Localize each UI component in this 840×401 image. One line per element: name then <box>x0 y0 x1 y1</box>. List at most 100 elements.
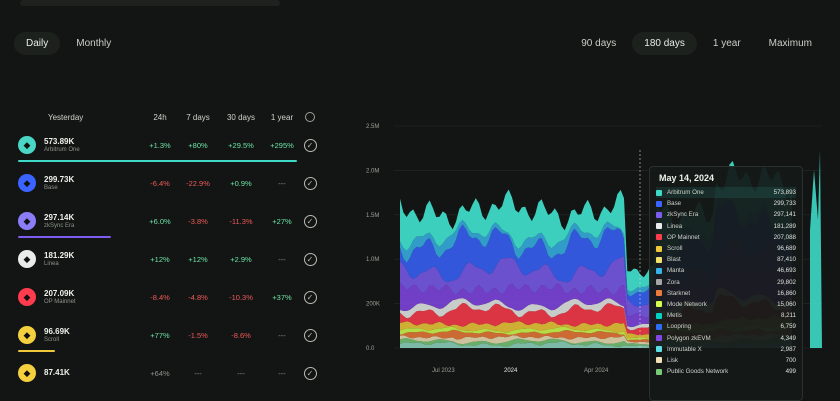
change-30-days: --- <box>237 368 245 378</box>
change-7-days: +12% <box>188 254 208 264</box>
range-1-year-button[interactable]: 1 year <box>701 32 753 55</box>
series-name: Polygon zkEVM <box>667 334 711 342</box>
tooltip-row: Blast 87,410 <box>656 254 796 265</box>
series-swatch <box>656 189 662 196</box>
range-90-days-button[interactable]: 90 days <box>569 32 628 55</box>
range-maximum-button[interactable]: Maximum <box>757 32 824 55</box>
series-swatch <box>656 301 662 308</box>
change-24h: +1.3% <box>149 140 171 150</box>
series-value: 15,060 <box>777 300 796 308</box>
y-tick-label: 1.0M <box>366 257 379 263</box>
chain-cell: ◆ 87.41K <box>14 364 142 382</box>
change-24h: +64% <box>150 368 170 378</box>
tooltip-row: Starknet 16,860 <box>656 288 796 299</box>
change-1-year: --- <box>278 178 286 188</box>
toggle-check-icon[interactable]: ✓ <box>303 328 317 342</box>
chain-cell: ◆ 181.29K Linea <box>14 250 142 268</box>
change-30-days: -8.6% <box>231 330 251 340</box>
series-name: Mode Network <box>667 300 707 308</box>
change-7-days: -4.8% <box>188 292 208 302</box>
y-tick-label: 2.0M <box>366 168 379 174</box>
chain-cell: ◆ 207.09K OP Mainnet <box>14 288 142 306</box>
range-180-days-button[interactable]: 180 days <box>632 31 697 55</box>
share-bar <box>18 236 111 238</box>
series-name: Public Goods Network <box>667 368 729 376</box>
y-tick-label: 1.5M <box>366 213 379 219</box>
series-value: 8,211 <box>780 312 796 320</box>
toggle-check-icon[interactable]: ✓ <box>303 138 317 152</box>
taiko-logo-icon: ◆ <box>18 364 36 382</box>
toggle-check-icon[interactable]: ✓ <box>303 252 317 266</box>
change-7-days: --- <box>194 368 202 378</box>
column-header-30-days[interactable]: 30 days <box>218 113 264 122</box>
table-header: Yesterday 24h 7 days 30 days 1 year <box>14 108 354 126</box>
tooltip-row: Metis 8,211 <box>656 310 796 321</box>
series-value: 2,987 <box>780 345 796 353</box>
series-name: OP Mainnet <box>667 233 700 241</box>
change-24h: +77% <box>150 330 170 340</box>
change-30-days: -11.3% <box>229 216 253 226</box>
toggle-check-icon[interactable]: ✓ <box>303 366 317 380</box>
tooltip-row: Scroll 96,689 <box>656 243 796 254</box>
series-swatch <box>656 200 662 207</box>
table-row[interactable]: ◆ 96.69K Scroll +77% -1.5% -8.6% --- ✓ <box>14 316 354 354</box>
toggle-check-icon[interactable]: ✓ <box>303 290 317 304</box>
top-header-strip <box>0 0 840 10</box>
table-row[interactable]: ◆ 87.41K +64% --- --- --- ✓ <box>14 354 354 392</box>
change-30-days: -10.3% <box>229 292 253 302</box>
range-toggle: 90 days 180 days 1 year Maximum <box>569 30 824 56</box>
series-swatch <box>656 346 662 353</box>
change-30-days: +29.5% <box>228 140 254 150</box>
change-1-year: --- <box>278 254 286 264</box>
chain-metrics-table: Yesterday 24h 7 days 30 days 1 year ◆ 573… <box>14 108 354 392</box>
tooltip-row: Immutable X 2,987 <box>656 344 796 355</box>
series-name: Starknet <box>667 289 691 297</box>
change-7-days: -1.5% <box>188 330 208 340</box>
series-name: Base <box>667 200 682 208</box>
series-swatch <box>656 234 662 241</box>
series-name: zkSync Era <box>667 211 699 219</box>
change-24h: +12% <box>150 254 170 264</box>
period-daily-button[interactable]: Daily <box>14 31 61 55</box>
period-monthly-button[interactable]: Monthly <box>64 32 123 55</box>
series-value: 700 <box>785 356 796 364</box>
table-row[interactable]: ◆ 297.14K zkSync Era +6.0% -3.8% -11.3% +27% ✓ <box>14 202 354 240</box>
tooltip-row: Linea 181,289 <box>656 221 796 232</box>
column-header-yesterday[interactable]: Yesterday <box>14 113 142 122</box>
base-logo-icon: ◆ <box>18 174 36 192</box>
x-tick-label: Jul 2023 <box>432 368 455 374</box>
toggle-check-icon[interactable]: ✓ <box>303 214 317 228</box>
tooltip-date: May 14, 2024 <box>659 173 715 183</box>
series-value: 87,410 <box>777 256 796 264</box>
change-7-days: +80% <box>188 140 208 150</box>
series-swatch <box>656 267 662 274</box>
info-icon[interactable] <box>305 112 315 122</box>
table-row[interactable]: ◆ 207.09K OP Mainnet -8.4% -4.8% -10.3% +37% ✓ <box>14 278 354 316</box>
table-row[interactable]: ◆ 573.89K Arbitrum One +1.3% +80% +29.5% +295%… <box>14 126 354 164</box>
column-header-7-days[interactable]: 7 days <box>178 113 218 122</box>
chain-value: 573.89K <box>44 137 75 146</box>
x-tick-label: 2024 <box>504 368 518 374</box>
toggle-check-icon[interactable]: ✓ <box>303 176 317 190</box>
column-header-24h[interactable]: 24h <box>142 113 178 122</box>
series-name: Metis <box>667 312 682 320</box>
series-value: 29,802 <box>777 278 796 286</box>
chain-cell: ◆ 299.73K Base <box>14 174 142 192</box>
series-value: 96,689 <box>777 245 796 253</box>
series-name: Linea <box>667 222 683 230</box>
tooltip-row: zkSync Era 297,141 <box>656 209 796 220</box>
series-value: 16,860 <box>777 289 796 297</box>
tooltip-row: Loopring 6,759 <box>656 321 796 332</box>
x-tick-label: Apr 2024 <box>584 368 609 374</box>
change-1-year: +37% <box>272 292 292 302</box>
column-header-1-year[interactable]: 1 year <box>264 113 300 122</box>
period-toggle: Daily Monthly <box>14 30 123 56</box>
tooltip-row: OP Mainnet 207,088 <box>656 232 796 243</box>
series-swatch <box>656 335 662 342</box>
table-row[interactable]: ◆ 299.73K Base -6.4% -22.9% +0.9% --- ✓ <box>14 164 354 202</box>
table-row[interactable]: ◆ 181.29K Linea +12% +12% +2.9% --- ✓ <box>14 240 354 278</box>
change-30-days: +0.9% <box>230 178 252 188</box>
chart-tooltip: May 14, 2024 Arbitrum One 573,893 Base 299,… <box>649 166 803 401</box>
tooltip-row: Mode Network 15,060 <box>656 299 796 310</box>
series-name: Lisk <box>667 356 679 364</box>
